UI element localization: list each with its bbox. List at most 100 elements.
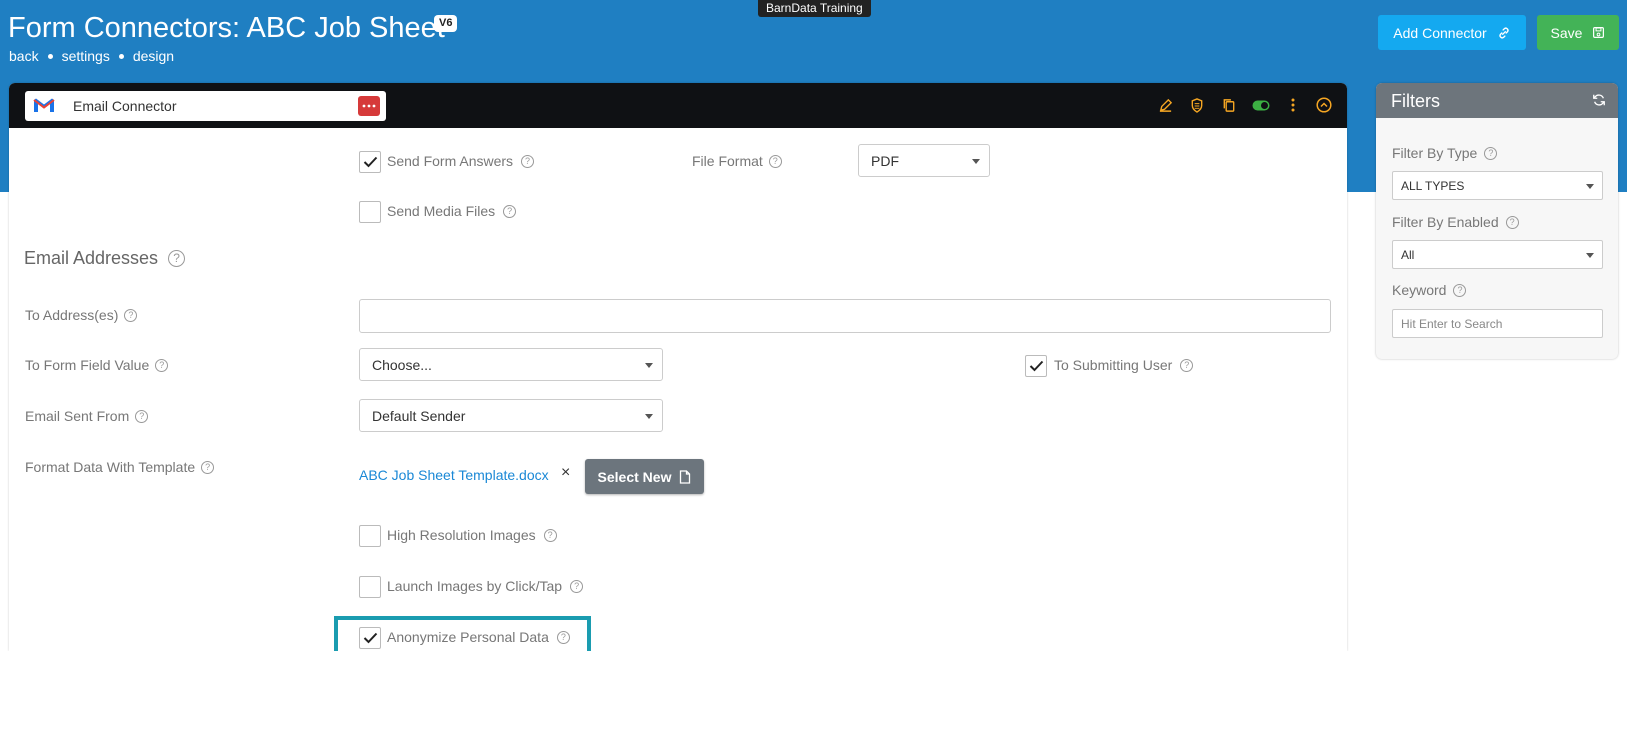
to-form-field-value: Choose... [372, 356, 432, 373]
help-icon[interactable]: ? [570, 579, 584, 593]
help-icon[interactable]: ? [1453, 283, 1467, 297]
file-icon [680, 469, 691, 484]
refresh-icon[interactable] [1592, 93, 1606, 107]
more-dots-icon[interactable] [358, 96, 380, 116]
filter-enabled-text: Filter By Enabled [1392, 214, 1499, 230]
page-title: Form Connectors: ABC Job Sheet [8, 12, 445, 44]
to-form-field-text: To Form Field Value [25, 357, 150, 373]
send-media-files-text: Send Media Files [387, 203, 496, 219]
breadcrumb-settings[interactable]: settings [62, 48, 110, 64]
email-addresses-heading: Email Addresses ? [24, 248, 186, 269]
anonymize-text: Anonymize Personal Data [387, 629, 549, 645]
send-media-files-label: Send Media Files ? [387, 203, 517, 219]
connector-name-field[interactable]: Email Connector [25, 91, 386, 121]
high-res-images-label: High Resolution Images ? [387, 527, 557, 543]
breadcrumb-back[interactable]: back [9, 48, 39, 64]
close-icon[interactable]: × [561, 464, 570, 482]
filter-type-value: ALL TYPES [1401, 178, 1465, 193]
filters-header: Filters [1376, 83, 1618, 118]
keyword-text: Keyword [1392, 282, 1447, 298]
help-icon[interactable]: ? [124, 308, 138, 322]
version-badge: V6 [434, 15, 458, 32]
chevron-down-icon [972, 159, 980, 164]
template-file-link[interactable]: ABC Job Sheet Template.docx [359, 467, 549, 483]
filter-type-select[interactable]: ALL TYPES [1392, 171, 1603, 200]
filters-panel: Filters Filter By Type ? ALL TYPES Filte… [1376, 83, 1618, 359]
save-button[interactable]: Save [1537, 15, 1619, 50]
floppy-disk-icon [1593, 27, 1605, 38]
email-sent-from-text: Email Sent From [25, 408, 130, 424]
help-icon[interactable]: ? [168, 250, 186, 267]
keyword-search-input[interactable]: Hit Enter to Search [1392, 309, 1603, 338]
gmail-icon [33, 98, 55, 112]
send-media-files-checkbox[interactable] [359, 201, 381, 223]
email-sent-from-label: Email Sent From ? [25, 408, 149, 424]
toggle-icon[interactable] [1252, 96, 1270, 114]
help-icon[interactable]: ? [521, 154, 535, 168]
to-submitting-user-checkbox[interactable] [1025, 355, 1047, 377]
send-form-answers-text: Send Form Answers [387, 153, 514, 169]
send-form-answers-checkbox[interactable] [359, 151, 381, 173]
to-addresses-text: To Address(es) [25, 307, 119, 323]
launch-images-checkbox[interactable] [359, 576, 381, 598]
filters-title: Filters [1391, 91, 1440, 111]
page: BarnData Training Form Connectors: ABC J… [0, 0, 1627, 750]
breadcrumb-separator [47, 53, 53, 59]
chevron-down-icon [1586, 184, 1594, 189]
select-new-button[interactable]: Select New [585, 459, 704, 494]
to-submitting-user-label: To Submitting User ? [1054, 357, 1194, 373]
help-icon[interactable]: ? [543, 528, 557, 542]
to-form-field-label: To Form Field Value ? [25, 357, 169, 373]
chevron-down-icon [645, 414, 653, 419]
chevron-down-icon [1586, 253, 1594, 258]
anonymize-checkbox[interactable] [359, 627, 381, 649]
filter-enabled-label: Filter By Enabled ? [1392, 214, 1519, 230]
kebab-menu-icon[interactable] [1284, 96, 1302, 114]
filter-type-label: Filter By Type ? [1392, 145, 1498, 161]
format-template-text: Format Data With Template [25, 459, 196, 475]
help-icon[interactable]: ? [503, 204, 517, 218]
high-res-images-text: High Resolution Images [387, 527, 536, 543]
breadcrumb-separator [118, 53, 124, 59]
help-icon[interactable]: ? [1180, 358, 1194, 372]
help-icon[interactable]: ? [135, 409, 149, 423]
keyword-label: Keyword ? [1392, 282, 1467, 298]
shield-icon[interactable] [1188, 96, 1206, 114]
help-icon[interactable]: ? [768, 154, 782, 168]
breadcrumb-design[interactable]: design [133, 48, 174, 64]
copy-icon[interactable] [1220, 96, 1238, 114]
to-submitting-user-text: To Submitting User [1054, 357, 1173, 373]
help-icon[interactable]: ? [556, 630, 570, 644]
filter-enabled-select[interactable]: All [1392, 240, 1603, 269]
help-icon[interactable]: ? [1505, 215, 1519, 229]
file-format-select[interactable]: PDF [858, 144, 990, 177]
to-addresses-input[interactable] [359, 299, 1331, 333]
format-template-label: Format Data With Template ? [25, 459, 215, 475]
add-connector-button[interactable]: Add Connector [1378, 15, 1526, 50]
high-res-images-checkbox[interactable] [359, 525, 381, 547]
help-icon[interactable]: ? [155, 358, 169, 372]
keyword-placeholder: Hit Enter to Search [1401, 316, 1503, 331]
connector-card-header: Email Connector [9, 83, 1347, 128]
file-format-value: PDF [871, 152, 899, 169]
help-icon[interactable]: ? [201, 460, 215, 474]
select-new-label: Select New [597, 468, 672, 485]
anonymize-label: Anonymize Personal Data ? [387, 629, 570, 645]
chevron-down-icon [645, 363, 653, 368]
checkmark-icon [1029, 360, 1043, 372]
to-addresses-label: To Address(es) ? [25, 307, 138, 323]
to-form-field-select[interactable]: Choose... [359, 348, 663, 381]
collapse-icon[interactable] [1315, 96, 1333, 114]
workspace-tooltip: BarnData Training [758, 0, 871, 17]
email-sent-from-select[interactable]: Default Sender [359, 399, 663, 432]
send-form-answers-label: Send Form Answers ? [387, 153, 535, 169]
checkmark-icon [363, 156, 377, 168]
save-label: Save [1550, 24, 1583, 41]
email-addresses-title: Email Addresses [24, 248, 159, 268]
help-icon[interactable]: ? [1484, 146, 1498, 160]
page-footer-blank [0, 651, 1627, 750]
launch-images-label: Launch Images by Click/Tap ? [387, 578, 584, 594]
connector-name-label: Email Connector [73, 98, 177, 114]
edit-icon[interactable] [1156, 96, 1174, 114]
filter-enabled-value: All [1401, 247, 1415, 262]
